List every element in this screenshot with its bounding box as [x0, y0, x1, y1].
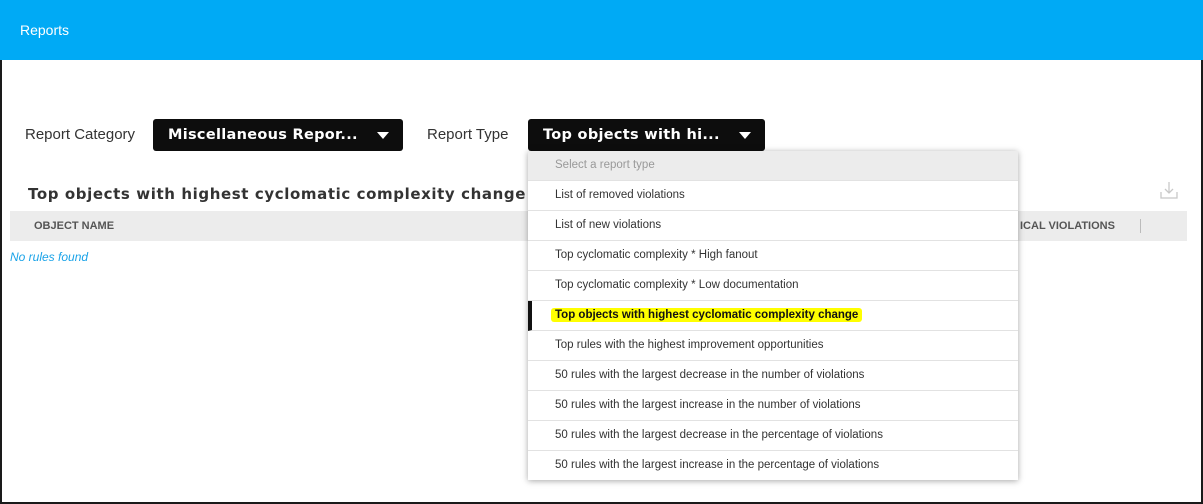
dropdown-item-complexity-low-documentation[interactable]: Top cyclomatic complexity * Low document…: [528, 271, 1018, 301]
report-category-select[interactable]: Miscellaneous Repor...: [153, 119, 403, 151]
dropdown-item-improvement-opportunities[interactable]: Top rules with the highest improvement o…: [528, 331, 1018, 361]
column-divider[interactable]: [1140, 219, 1141, 233]
page-title: Reports: [20, 22, 70, 38]
column-header-object-name[interactable]: OBJECT NAME: [34, 220, 114, 232]
chevron-down-icon: [377, 132, 389, 139]
dropdown-item-removed-violations[interactable]: List of removed violations: [528, 181, 1018, 211]
empty-table-message: No rules found: [10, 250, 89, 264]
section-title: Top objects with highest cyclomatic comp…: [28, 185, 527, 203]
dropdown-item-increase-percentage[interactable]: 50 rules with the largest increase in th…: [528, 451, 1018, 481]
report-type-dropdown[interactable]: Select a report type List of removed vio…: [528, 151, 1018, 480]
report-category-value: Miscellaneous Repor...: [168, 127, 358, 143]
report-type-value: Top objects with hi...: [543, 127, 720, 143]
dropdown-item-decrease-number[interactable]: 50 rules with the largest decrease in th…: [528, 361, 1018, 391]
dropdown-item-complexity-high-fanout[interactable]: Top cyclomatic complexity * High fanout: [528, 241, 1018, 271]
dropdown-item-decrease-percentage[interactable]: 50 rules with the largest decrease in th…: [528, 421, 1018, 451]
column-header-critical-violations[interactable]: ICAL VIOLATIONS: [1020, 220, 1115, 232]
app-header: Reports: [0, 0, 1203, 60]
download-icon[interactable]: [1160, 180, 1178, 200]
dropdown-item-new-violations[interactable]: List of new violations: [528, 211, 1018, 241]
dropdown-item-increase-number[interactable]: 50 rules with the largest increase in th…: [528, 391, 1018, 421]
dropdown-item-complexity-change-selected[interactable]: Top objects with highest cyclomatic comp…: [528, 301, 1018, 331]
dropdown-placeholder: Select a report type: [528, 151, 1018, 181]
dropdown-item-label: Top objects with highest cyclomatic comp…: [551, 308, 863, 322]
report-type-label: Report Type: [427, 126, 509, 143]
report-type-select[interactable]: Top objects with hi...: [528, 119, 765, 151]
chevron-down-icon: [739, 132, 751, 139]
report-category-label: Report Category: [25, 126, 136, 143]
